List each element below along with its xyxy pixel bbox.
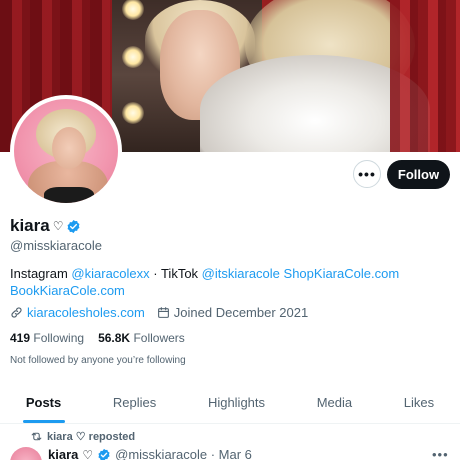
following-stat[interactable]: 419 Following (10, 331, 84, 345)
bio-text: · TikTok (149, 266, 202, 281)
post-avatar[interactable] (10, 447, 42, 460)
post-author-name[interactable]: kiara (48, 447, 78, 460)
profile-stats: 419 Following 56.8K Followers (10, 331, 185, 345)
heart-icon: ♡ (82, 447, 94, 460)
followers-stat[interactable]: 56.8K Followers (98, 331, 185, 345)
book-link[interactable]: BookKiaraCole.com (10, 283, 125, 298)
profile-meta: kiaracolesholes.com Joined December 2021 (10, 305, 308, 320)
following-count: 419 (10, 331, 31, 345)
tab-replies[interactable]: Replies (87, 382, 182, 423)
tab-highlights[interactable]: Highlights (182, 382, 291, 423)
follow-button[interactable]: Follow (387, 160, 450, 189)
banner-bulb (122, 46, 144, 68)
verified-badge-icon (98, 448, 110, 460)
instagram-link[interactable]: @kiaracolexx (71, 266, 149, 281)
display-name: kiara (10, 216, 50, 235)
shop-link[interactable]: ShopKiaraCole.com (284, 266, 400, 281)
heart-icon: ♡ (52, 219, 64, 233)
avatar-face (52, 127, 86, 169)
calendar-icon (157, 307, 169, 318)
profile-name-row: kiara ♡ (10, 216, 81, 236)
tab-posts[interactable]: Posts (0, 382, 87, 423)
website-link[interactable]: kiaracolesholes.com (27, 305, 145, 320)
link-icon (11, 307, 22, 318)
post-header: kiara ♡ @misskiaracole · Mar 6 (48, 447, 252, 460)
repost-icon (31, 432, 42, 441)
banner-curtain-right (390, 0, 460, 152)
joined-date: Joined December 2021 (173, 305, 309, 320)
banner-bulb (122, 102, 144, 124)
followers-label: Followers (133, 331, 185, 345)
more-icon: ••• (358, 166, 376, 182)
post-more-icon[interactable]: ••• (432, 447, 449, 460)
not-followed-notice: Not followed by anyone you’re following (10, 355, 186, 366)
profile-tabs: Posts Replies Highlights Media Likes (0, 382, 460, 424)
verified-badge-icon[interactable] (66, 219, 81, 234)
profile-bio: Instagram @kiaracolexx · TikTok @itskiar… (10, 265, 450, 299)
followers-count: 56.8K (98, 331, 131, 345)
post-handle-date: @misskiaracole · Mar 6 (115, 447, 252, 460)
repost-indicator: kiara ♡ reposted (30, 430, 135, 443)
tiktok-link[interactable]: @itskiaracole (202, 266, 280, 281)
bio-text: Instagram (10, 266, 72, 281)
tab-media[interactable]: Media (291, 382, 378, 423)
more-options-button[interactable]: ••• (353, 160, 381, 188)
following-label: Following (33, 331, 85, 345)
profile-avatar[interactable] (10, 95, 122, 207)
repost-text: kiara ♡ reposted (47, 431, 136, 443)
tab-likes[interactable]: Likes (378, 382, 460, 423)
profile-handle: @misskiaracole (10, 238, 102, 253)
avatar-top (44, 187, 94, 203)
